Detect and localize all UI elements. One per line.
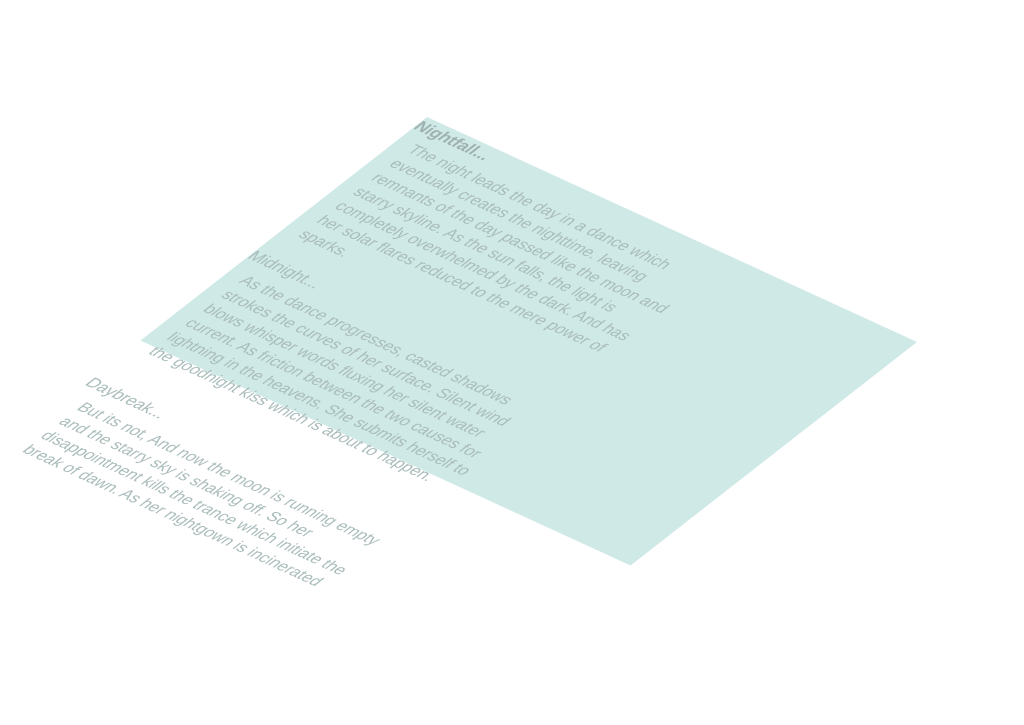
poem-page: Nightfall... The night leads the day in … (18, 117, 917, 589)
canvas: Nightfall... The night leads the day in … (0, 0, 1024, 725)
